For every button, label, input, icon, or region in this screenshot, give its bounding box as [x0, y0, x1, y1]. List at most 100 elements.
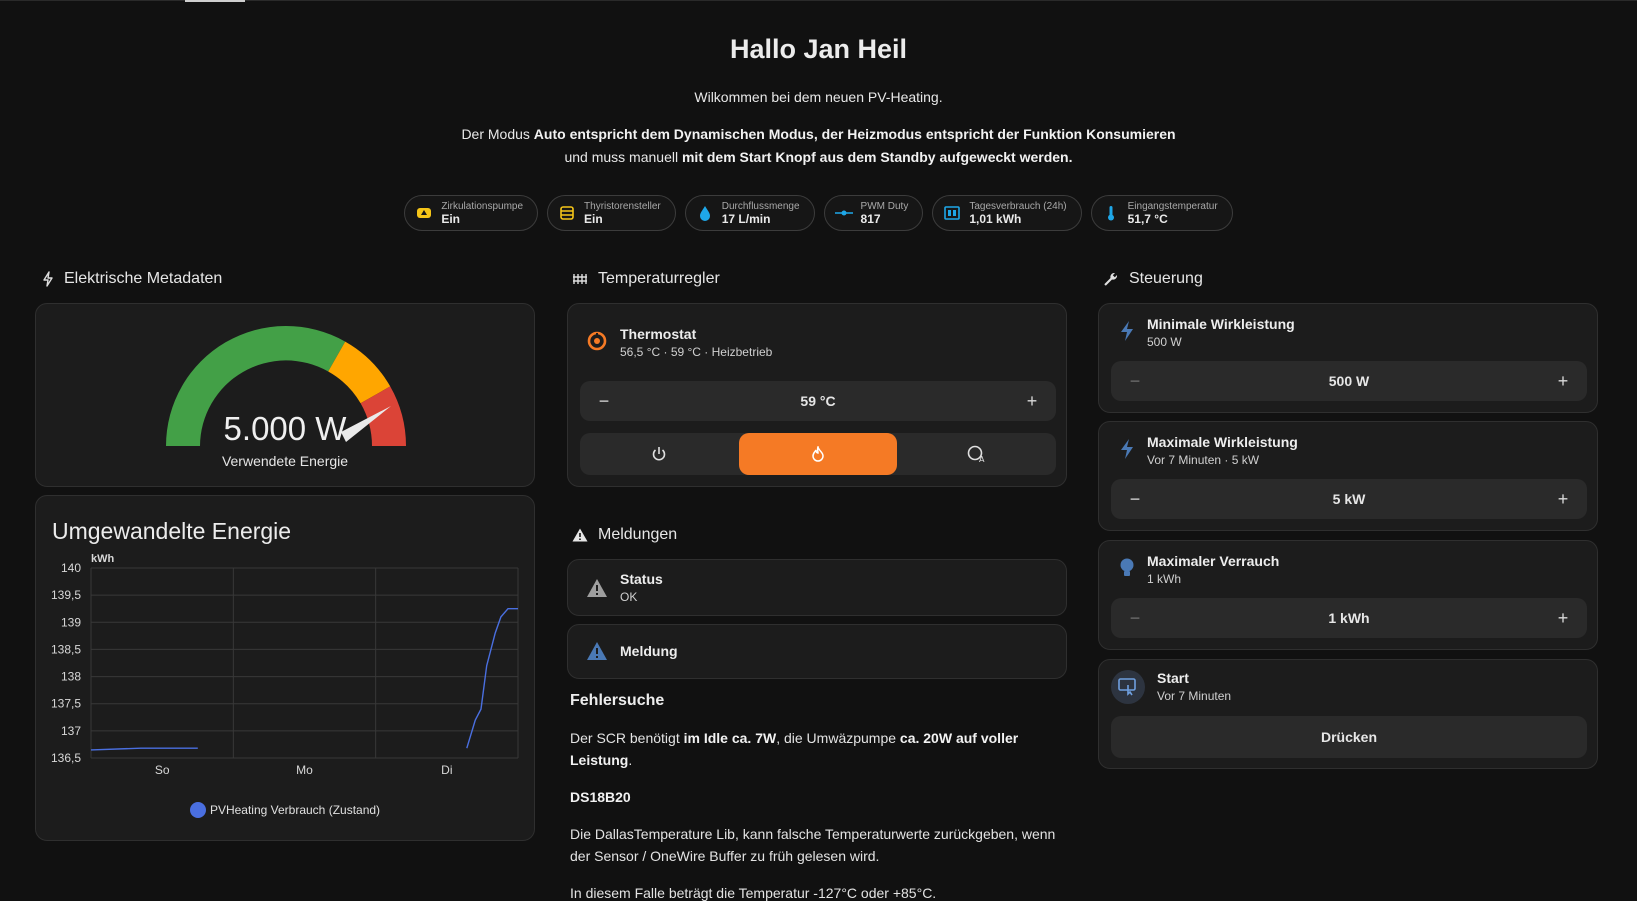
thermostat-header: Thermostat 56,5 °C · 59 °C · Heizbetrieb: [586, 326, 772, 359]
temperature-increase-button[interactable]: +: [1022, 391, 1042, 412]
temperature-decrease-button[interactable]: −: [594, 391, 614, 412]
meter-icon: [943, 204, 961, 222]
decrease-button[interactable]: −: [1125, 371, 1145, 392]
mode-text-bold: Auto entspricht dem Dynamischen Modus, d…: [533, 126, 1176, 142]
flash-icon: [1121, 321, 1133, 341]
chip-value: 817: [860, 211, 881, 226]
control-card-min-power[interactable]: Minimale Wirkleistung 500 W − 500 W +: [1098, 303, 1598, 413]
chip-thyristorensteller[interactable]: Thyristorensteller Ein: [547, 195, 676, 231]
start-header: Start Vor 7 Minuten: [1111, 670, 1231, 704]
chip-value: Ein: [441, 211, 460, 226]
section-title-temperaturregler: Temperaturregler: [572, 270, 720, 288]
chip-value: 51,7 °C: [1127, 211, 1168, 226]
text-part: .: [628, 752, 633, 768]
water-drop-icon: [696, 204, 714, 222]
min-power-control: − 500 W +: [1111, 361, 1587, 401]
section-title-label: Temperaturregler: [598, 270, 720, 287]
alert-icon: [587, 642, 607, 660]
chip-tagesverbrauch[interactable]: Tagesverbrauch (24h) 1,01 kWh: [932, 195, 1082, 231]
sensor-heading: DS18B20: [570, 786, 1060, 808]
section-title-label: Steuerung: [1129, 270, 1203, 287]
chip-label: Tagesverbrauch (24h): [969, 200, 1067, 212]
thermometer-icon: [1102, 204, 1120, 222]
troubleshooting-paragraph: Der SCR benötigt im Idle ca. 7W, die Umw…: [570, 727, 1060, 771]
chart-legend[interactable]: PVHeating Verbrauch (Zustand): [36, 802, 534, 818]
chip-durchflussmenge[interactable]: Durchflussmenge 17 L/min: [684, 195, 815, 231]
pwm-icon: [834, 204, 853, 222]
increase-button[interactable]: +: [1553, 489, 1573, 510]
mode-text-part: und muss manuell: [564, 149, 682, 165]
press-button[interactable]: Drücken: [1111, 716, 1587, 758]
active-tab-indicator[interactable]: [185, 0, 245, 2]
y-tick-label: 139,5: [51, 588, 81, 602]
status-card[interactable]: Status OK: [567, 559, 1067, 616]
hvac-mode-selector: A: [580, 433, 1056, 475]
y-tick-label: 138: [61, 670, 81, 684]
gauge-card[interactable]: 5.000 W Verwendete Energie: [35, 303, 535, 487]
pump-icon: [415, 204, 433, 222]
power-icon: [653, 447, 666, 461]
warning-icon: [572, 528, 588, 542]
control-sub: Vor 7 Minuten · 5 kW: [1147, 453, 1260, 467]
text-part: Der SCR benötigt: [570, 730, 684, 746]
increase-button[interactable]: +: [1553, 371, 1573, 392]
chip-label: Thyristorensteller: [584, 200, 661, 212]
heater-icon: [558, 204, 576, 222]
mode-auto-button[interactable]: A: [897, 433, 1056, 475]
status-name: Status: [620, 571, 663, 587]
status-chips: Zirkulationspumpe Ein Thyristorensteller E…: [0, 195, 1637, 231]
energy-line-chart: 140 139,5 139 138,5 138 137,5 137 136,5 So Mo Di kW…: [51, 553, 519, 777]
flame-icon: [812, 446, 824, 462]
control-header: Minimale Wirkleistung 500 W: [1119, 316, 1295, 349]
y-axis-unit: kWh: [91, 553, 115, 565]
control-value: 1 kWh: [1328, 610, 1370, 626]
flash-icon: [1121, 439, 1133, 459]
greeting-title: Hallo Jan Heil: [729, 34, 908, 64]
radiator-icon: [573, 274, 587, 284]
section-title-label: Elektrische Metadaten: [64, 270, 223, 287]
series-line: [90, 747, 198, 751]
x-tick-label: So: [155, 763, 170, 777]
decrease-button[interactable]: −: [1125, 489, 1145, 510]
y-tick-label: 139: [61, 615, 81, 629]
chip-label: Durchflussmenge: [721, 200, 800, 212]
thermostat-card[interactable]: Thermostat 56,5 °C · 59 °C · Heizbetrieb…: [567, 303, 1067, 487]
mode-description: Der Modus Auto entspricht dem Dynamische…: [0, 123, 1637, 169]
chip-label: Zirkulationspumpe: [441, 200, 524, 212]
control-name: Maximaler Verrauch: [1147, 553, 1280, 569]
troubleshooting-title: Fehlersuche: [570, 692, 665, 709]
control-value: 500 W: [1328, 373, 1370, 389]
sensor-paragraph-2: In diesem Falle beträgt die Temperatur -…: [570, 885, 937, 901]
chip-label: Eingangstemperatur: [1127, 200, 1218, 212]
top-border: [0, 0, 1637, 1]
x-tick-label: Di: [441, 763, 452, 777]
message-name: Meldung: [620, 643, 678, 659]
chip-pwm-duty[interactable]: PWM Duty 817: [823, 195, 924, 231]
mode-off-button[interactable]: [580, 433, 739, 475]
control-sub: 500 W: [1147, 335, 1182, 349]
message-card[interactable]: Meldung: [567, 624, 1067, 679]
start-card[interactable]: Start Vor 7 Minuten Drücken: [1098, 659, 1598, 769]
decrease-button[interactable]: −: [1125, 608, 1145, 629]
chip-value: 17 L/min: [721, 211, 771, 226]
series-line: [466, 608, 518, 749]
text-bold: im Idle ca. 7W: [683, 730, 777, 746]
legend-dot: [189, 802, 206, 818]
chip-zirkulationspumpe[interactable]: Zirkulationspumpe Ein: [404, 195, 539, 231]
control-card-max-power[interactable]: Maximale Wirkleistung Vor 7 Minuten · 5 …: [1098, 421, 1598, 531]
start-name: Start: [1157, 670, 1189, 686]
legend-label: PVHeating Verbrauch (Zustand): [209, 803, 381, 817]
chart-card[interactable]: Umgewandelte Energie 140 139,5 139 138,5 138…: [35, 495, 535, 841]
control-card-max-consumption[interactable]: Maximaler Verrauch 1 kWh − 1 kWh +: [1098, 540, 1598, 650]
increase-button[interactable]: +: [1553, 608, 1573, 629]
welcome-text: Wilkommen bei dem neuen PV-Heating.: [694, 89, 943, 105]
status-row: Status OK: [586, 571, 663, 604]
wrench-icon: [1104, 272, 1118, 286]
mode-heat-button[interactable]: [738, 433, 898, 475]
mode-text-bold: mit dem Start Knopf aus dem Standby aufg…: [681, 149, 1073, 165]
section-title-steuerung: Steuerung: [1103, 270, 1203, 288]
chip-eingangstemperatur[interactable]: Eingangstemperatur 51,7 °C: [1090, 195, 1233, 231]
auto-mode-icon: A: [967, 445, 985, 463]
control-name: Minimale Wirkleistung: [1147, 316, 1295, 332]
mode-text-part: Der Modus: [461, 126, 534, 142]
